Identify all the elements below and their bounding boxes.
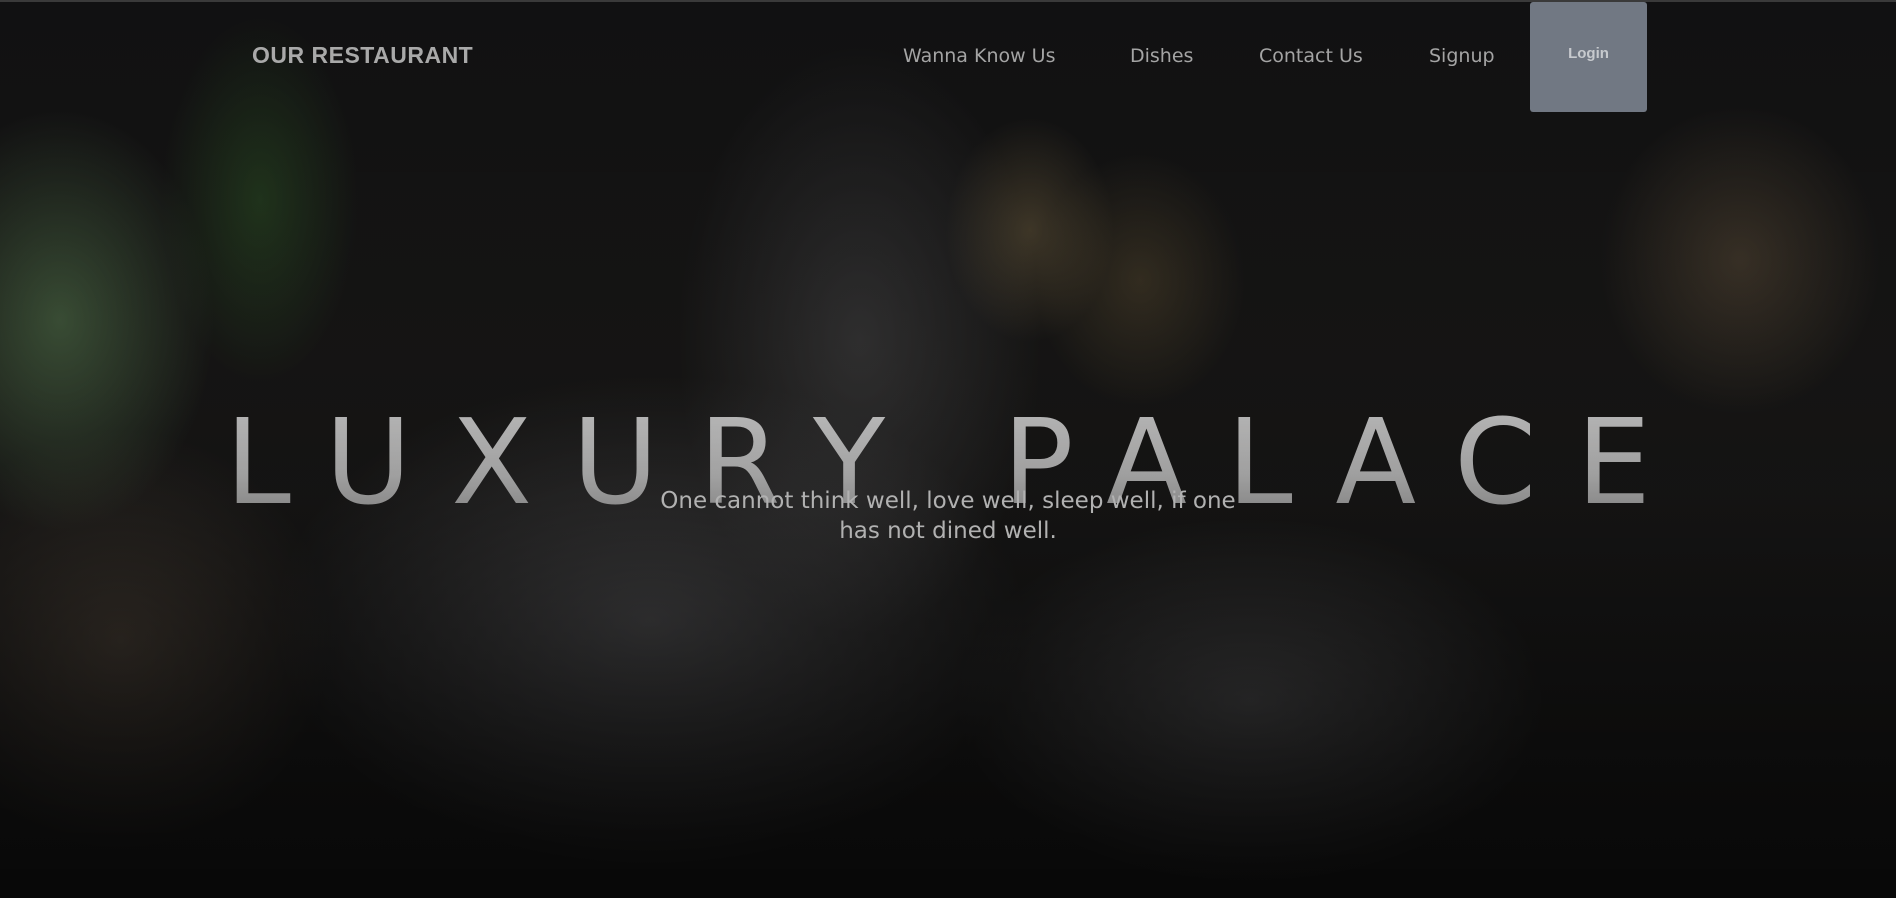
landing-page: OUR RESTAURANT Wanna Know Us Dishes Cont… (0, 0, 1896, 898)
hero-subtitle: One cannot think well, love well, sleep … (660, 488, 1236, 544)
nav-link-dishes[interactable]: Dishes (1130, 45, 1193, 67)
login-button[interactable]: Login (1530, 2, 1647, 112)
navbar: OUR RESTAURANT Wanna Know Us Dishes Cont… (0, 0, 1896, 112)
nav-link-signup[interactable]: Signup (1429, 45, 1495, 67)
nav-link-contact-us[interactable]: Contact Us (1259, 45, 1363, 67)
nav-link-wanna-know-us[interactable]: Wanna Know Us (903, 45, 1056, 67)
brand-logo-link[interactable]: OUR RESTAURANT (252, 42, 473, 69)
